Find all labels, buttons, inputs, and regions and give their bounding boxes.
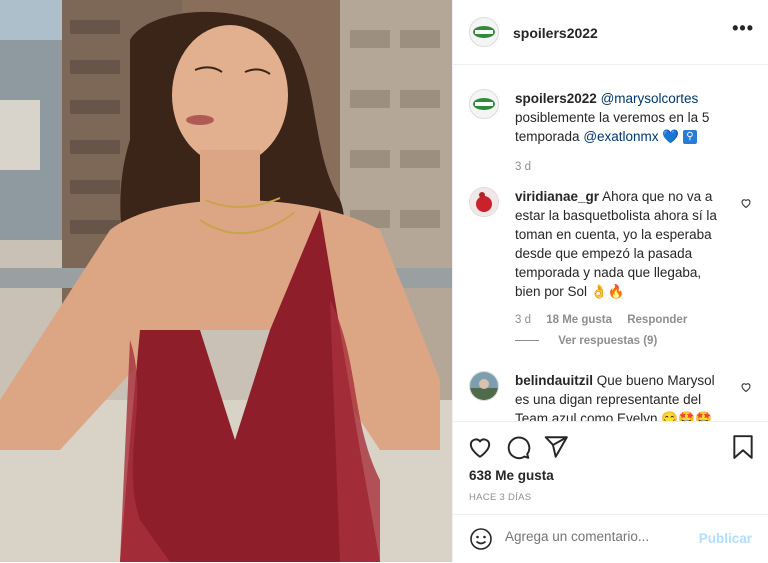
comment-bubble-icon[interactable] (505, 434, 531, 460)
comment-text: Ahora que no va a estar la basquetbolist… (515, 189, 717, 299)
exatlon-logo-icon (470, 18, 498, 46)
avatar[interactable] (469, 187, 499, 217)
caption-body: spoilers2022 @marysolcortes posiblemente… (515, 89, 752, 177)
mens-symbol-icon: ⚲ (682, 130, 697, 145)
post-header: spoilers2022 ••• (453, 0, 768, 65)
like-heart-icon[interactable] (467, 434, 493, 460)
comment-likes[interactable]: 18 Me gusta (546, 314, 612, 326)
mention-link[interactable]: @marysolcortes (601, 91, 699, 106)
comment-time[interactable]: 3 d (515, 314, 531, 326)
comment-username[interactable]: viridianae_gr (515, 189, 599, 204)
comments-list[interactable]: spoilers2022 @marysolcortes posiblemente… (453, 65, 768, 421)
share-paper-plane-icon[interactable] (543, 434, 569, 460)
avatar[interactable] (469, 371, 499, 401)
emoji-smiley-icon[interactable] (469, 527, 493, 551)
comment-body: belindauitzil Que bueno Marysol es una d… (515, 371, 730, 421)
caption-emoji: 💙 (662, 129, 680, 144)
replies-divider (515, 340, 539, 342)
reply-button[interactable]: Responder (627, 314, 687, 326)
post-photo[interactable] (0, 0, 452, 562)
caption-time[interactable]: 3 d (515, 161, 531, 173)
user-avatar-image (470, 188, 498, 216)
comment-like-heart-icon[interactable] (740, 197, 752, 209)
post-timestamp[interactable]: HACE 3 DÍAS (469, 492, 531, 503)
more-options-icon[interactable]: ••• (732, 18, 754, 39)
comment-body: viridianae_gr Ahora que no va a estar la… (515, 187, 730, 330)
post-actions: 638 Me gusta HACE 3 DÍAS Publicar (453, 421, 768, 562)
view-replies-button[interactable]: Ver respuestas (9) (515, 335, 657, 347)
exatlon-logo-icon (470, 90, 498, 118)
comment-emoji: 😋🤩🤩 (661, 411, 712, 421)
comment-username[interactable]: belindauitzil (515, 373, 593, 388)
likes-count[interactable]: 638 Me gusta (469, 468, 554, 483)
add-comment-bar: Publicar (453, 514, 768, 563)
author-username[interactable]: spoilers2022 (513, 25, 598, 41)
photo-illustration (0, 0, 452, 562)
avatar[interactable] (469, 17, 499, 47)
user-avatar-image (470, 372, 498, 400)
post-side-panel: spoilers2022 ••• spoilers2022 @marysolco… (452, 0, 768, 562)
mention-link[interactable]: @exatlonmx (583, 129, 658, 144)
caption-username[interactable]: spoilers2022 (515, 91, 597, 106)
comment-emoji: 👌🔥 (590, 284, 625, 299)
publish-button[interactable]: Publicar (699, 531, 752, 546)
comment-like-heart-icon[interactable] (740, 381, 752, 393)
caption-meta: 3 d (515, 158, 752, 177)
comment-input[interactable] (505, 529, 685, 544)
save-bookmark-icon[interactable] (730, 434, 756, 460)
comment-meta: 3 d 18 Me gusta Responder (515, 311, 730, 330)
avatar[interactable] (469, 89, 499, 119)
view-replies-label: Ver respuestas (9) (558, 335, 658, 347)
